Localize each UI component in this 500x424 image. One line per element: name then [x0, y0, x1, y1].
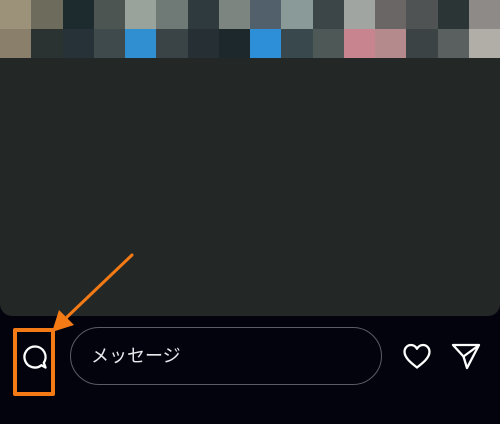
send-button[interactable] [448, 339, 484, 373]
story-media[interactable] [0, 0, 500, 316]
like-button[interactable] [400, 339, 434, 373]
message-input[interactable] [70, 327, 382, 385]
comment-bubble-icon [23, 345, 47, 369]
blurred-image-strip [0, 0, 500, 58]
comment-button[interactable] [16, 342, 54, 372]
heart-icon [403, 343, 431, 369]
paper-plane-icon [451, 343, 481, 370]
